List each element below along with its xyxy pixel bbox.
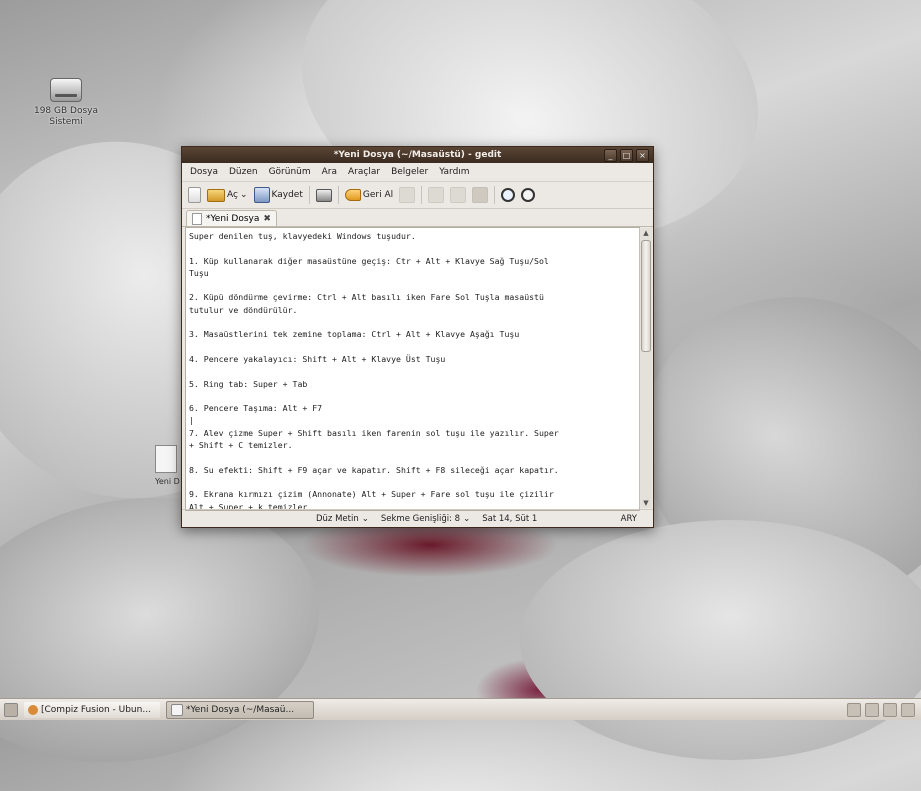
menu-documents[interactable]: Belgeler (391, 167, 428, 177)
tray-icon[interactable] (883, 702, 897, 717)
undo-icon (344, 189, 361, 201)
browser-icon (28, 704, 38, 715)
chevron-down-icon: ⌄ (463, 513, 471, 524)
cut-icon (428, 187, 445, 203)
vertical-scrollbar[interactable]: ▲ ▼ (639, 228, 652, 508)
new-document-icon (188, 187, 201, 203)
cursor-position: Sat 14, Süt 1 (482, 513, 538, 524)
tab-document[interactable]: *Yeni Dosya ✖ (186, 210, 277, 226)
menu-edit[interactable]: Düzen (229, 167, 258, 177)
menu-file[interactable]: Dosya (190, 167, 218, 177)
open-label: Aç (227, 190, 238, 200)
chevron-down-icon[interactable]: ⌄ (240, 190, 248, 200)
redo-button[interactable] (399, 187, 416, 203)
toolbar: Aç ⌄ Kaydet Geri Al (182, 182, 653, 209)
tray-icon[interactable] (847, 702, 861, 717)
printer-icon (315, 188, 332, 202)
document-icon (192, 212, 202, 225)
tab-label: *Yeni Dosya (206, 213, 260, 224)
menu-search[interactable]: Ara (322, 167, 337, 177)
replace-icon (521, 188, 536, 202)
save-label: Kaydet (271, 190, 303, 200)
toolbar-separator (337, 186, 339, 204)
taskbar-item-label: *Yeni Dosya (~/Masaü... (186, 704, 295, 715)
text-editor-icon (171, 703, 183, 716)
copy-icon (450, 187, 467, 203)
file-icon (155, 445, 177, 473)
replace-button[interactable] (521, 188, 536, 202)
undo-button[interactable]: Geri Al (344, 189, 394, 201)
window-title: *Yeni Dosya (~/Masaüstü) - gedit (333, 150, 502, 160)
insert-mode: ARY (620, 513, 637, 524)
tray-icon[interactable] (901, 702, 915, 717)
paste-icon (472, 187, 489, 203)
save-button[interactable]: Kaydet (253, 187, 303, 203)
tab-close-icon[interactable]: ✖ (263, 214, 271, 224)
show-desktop-icon[interactable] (4, 702, 18, 717)
new-button[interactable] (188, 187, 201, 203)
editor-content[interactable]: Super denilen tuş, klavyedeki Windows tu… (186, 228, 639, 510)
chevron-down-icon: ⌄ (361, 513, 369, 524)
system-tray (847, 702, 921, 717)
paste-button[interactable] (472, 187, 489, 203)
copy-button[interactable] (450, 187, 467, 203)
taskbar: [Compiz Fusion - Ubun... *Yeni Dosya (~/… (0, 698, 921, 720)
menu-tools[interactable]: Araçlar (348, 167, 380, 177)
menu-view[interactable]: Görünüm (269, 167, 311, 177)
folder-open-icon (207, 188, 225, 202)
undo-label: Geri Al (362, 190, 394, 200)
drive-icon (50, 78, 82, 102)
open-button[interactable]: Aç ⌄ (207, 188, 248, 202)
tab-bar: *Yeni Dosya ✖ (182, 209, 653, 227)
desktop-icon-label: 198 GB Dosya Sistemi (33, 106, 98, 127)
search-icon (501, 188, 516, 202)
taskbar-item-label: [Compiz Fusion - Ubun... (41, 704, 151, 715)
text-editor[interactable]: Super denilen tuş, klavyedeki Windows tu… (185, 227, 640, 511)
scroll-thumb[interactable] (641, 240, 651, 352)
save-icon (253, 187, 270, 203)
scroll-up-icon[interactable]: ▲ (640, 228, 652, 238)
syntax-mode-selector[interactable]: Düz Metin ⌄ (310, 514, 375, 524)
maximize-button[interactable]: □ (620, 149, 633, 162)
desktop-icon-label: Yeni D (155, 477, 180, 486)
redo-icon (399, 187, 416, 203)
close-button[interactable]: × (636, 149, 649, 162)
status-bar: Düz Metin ⌄ Sekme Genişliği: 8 ⌄ Sat 14,… (182, 509, 653, 527)
syntax-mode-label: Düz Metin (316, 513, 359, 524)
desktop-icon-file[interactable]: Yeni D (155, 445, 181, 489)
gedit-window: *Yeni Dosya (~/Masaüstü) - gedit _ □ × D… (181, 146, 654, 528)
menu-bar: Dosya Düzen Görünüm Ara Araçlar Belgeler… (182, 163, 653, 182)
tab-width-selector[interactable]: Sekme Genişliği: 8 ⌄ (375, 514, 476, 524)
scroll-down-icon[interactable]: ▼ (640, 498, 652, 508)
minimize-button[interactable]: _ (604, 149, 617, 162)
wallpaper-petal (520, 520, 921, 760)
tab-width-label: Sekme Genişliği: 8 (380, 513, 461, 524)
taskbar-item-compiz[interactable]: [Compiz Fusion - Ubun... (24, 701, 160, 718)
toolbar-separator (421, 186, 423, 204)
taskbar-item-gedit[interactable]: *Yeni Dosya (~/Masaü... (166, 700, 314, 719)
print-button[interactable] (315, 188, 332, 202)
desktop-icon-filesystem[interactable]: 198 GB Dosya Sistemi (28, 78, 104, 128)
cut-button[interactable] (428, 187, 445, 203)
toolbar-separator (308, 186, 310, 204)
toolbar-separator (494, 186, 496, 204)
find-button[interactable] (501, 188, 516, 202)
tray-icon[interactable] (865, 702, 879, 717)
title-bar[interactable]: *Yeni Dosya (~/Masaüstü) - gedit _ □ × (182, 147, 653, 163)
menu-help[interactable]: Yardım (439, 167, 469, 177)
